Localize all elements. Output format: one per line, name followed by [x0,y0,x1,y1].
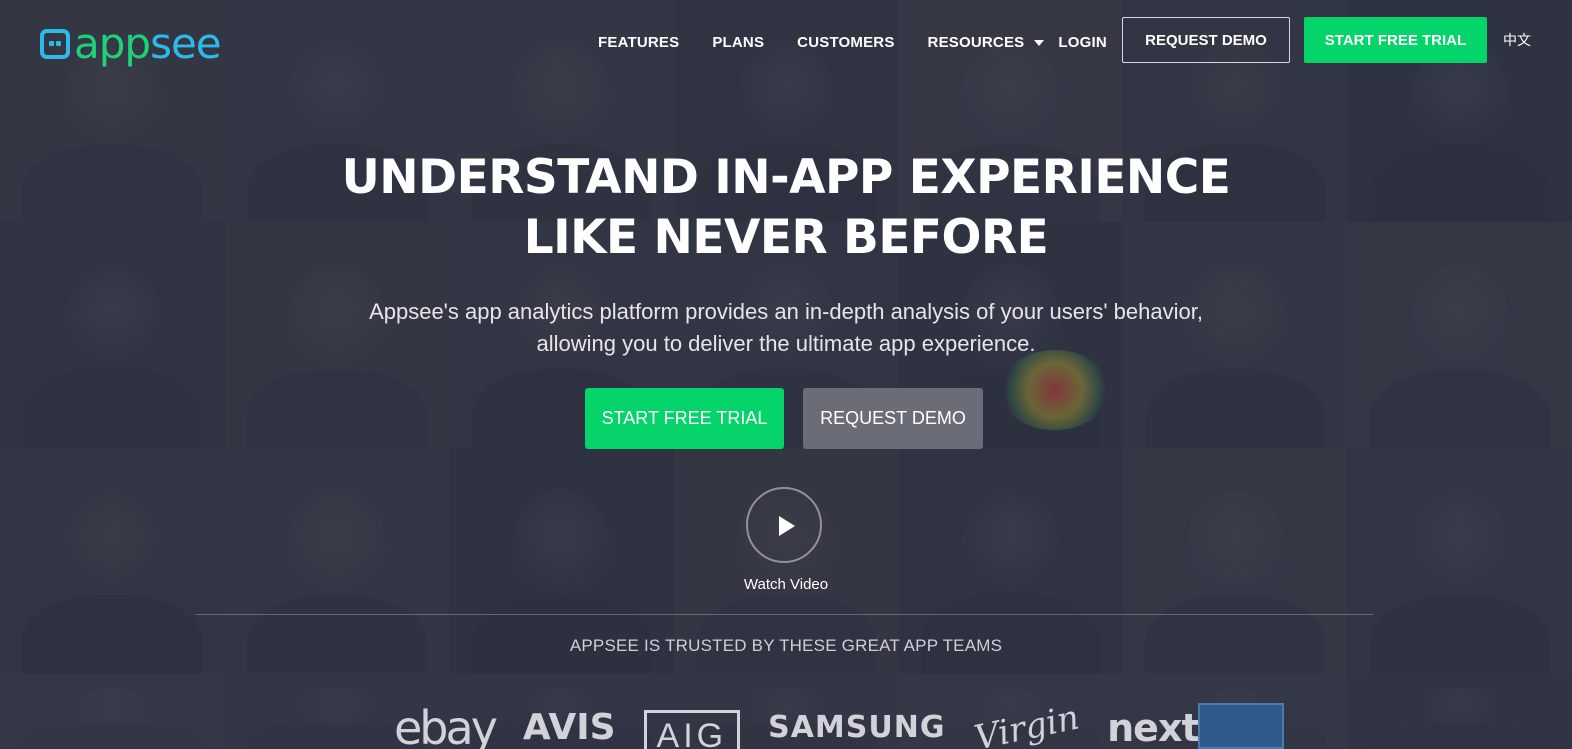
nav-resources-label: RESOURCES [927,34,1025,51]
watch-video-label[interactable]: Watch Video [0,576,1572,593]
hero-title: UNDERSTAND IN-APP EXPERIENCE LIKE NEVER … [0,148,1572,268]
header-start-trial-button[interactable]: START FREE TRIAL [1304,17,1487,63]
video-thumbnail [1198,703,1284,749]
play-video-button[interactable] [746,487,822,563]
nav-login[interactable]: LOGIN [1058,34,1107,51]
logo-text: appsee [74,19,222,68]
samsung-logo: SAMSUNG [768,710,946,745]
chevron-down-icon [1034,39,1045,46]
header-request-demo-button[interactable]: REQUEST DEMO [1122,17,1290,63]
appsee-logo-icon [40,29,70,59]
nav-resources[interactable]: RESOURCES [928,34,1045,51]
nav-customers[interactable]: CUSTOMERS [797,34,894,51]
nav-plans[interactable]: PLANS [712,34,764,51]
hero-subtitle-line2: allowing you to deliver the ultimate app… [536,331,1036,356]
nav-plans-label: PLANS [712,34,765,51]
logo-text-green: app [74,19,151,68]
language-switch[interactable]: 中文 [1503,30,1531,50]
appsee-logo[interactable]: appsee [40,19,222,68]
hero-start-trial-button[interactable]: START FREE TRIAL [585,388,784,449]
play-icon [779,516,795,536]
hero-title-line2: LIKE NEVER BEFORE [523,210,1049,265]
logo-text-blue: see [150,19,222,68]
site-header: appsee FEATURES PLANS CUSTOMERS RESOURCE… [0,0,1572,90]
main-nav: FEATURES PLANS CUSTOMERS RESOURCES LOGIN [598,34,1140,51]
customer-logos: ebay AVIS AIG SAMSUNG Virgin nextel [394,697,1263,749]
hero-request-demo-button[interactable]: REQUEST DEMO [803,388,983,449]
hero-title-line1: UNDERSTAND IN-APP EXPERIENCE [341,150,1231,205]
ebay-logo: ebay [394,701,498,749]
divider [196,614,1373,615]
hero-subtitle-line1: Appsee's app analytics platform provides… [369,299,1203,324]
nav-login-label: LOGIN [1058,34,1107,51]
heatmap-glow [1000,350,1110,430]
nav-features[interactable]: FEATURES [598,34,679,51]
nav-features-label: FEATURES [598,34,680,51]
hero-subtitle: Appsee's app analytics platform provides… [330,296,1242,360]
nav-customers-label: CUSTOMERS [797,34,895,51]
trusted-heading: APPSEE IS TRUSTED BY THESE GREAT APP TEA… [569,636,1003,655]
aig-logo: AIG [643,710,741,749]
avis-logo: AVIS [522,707,616,748]
